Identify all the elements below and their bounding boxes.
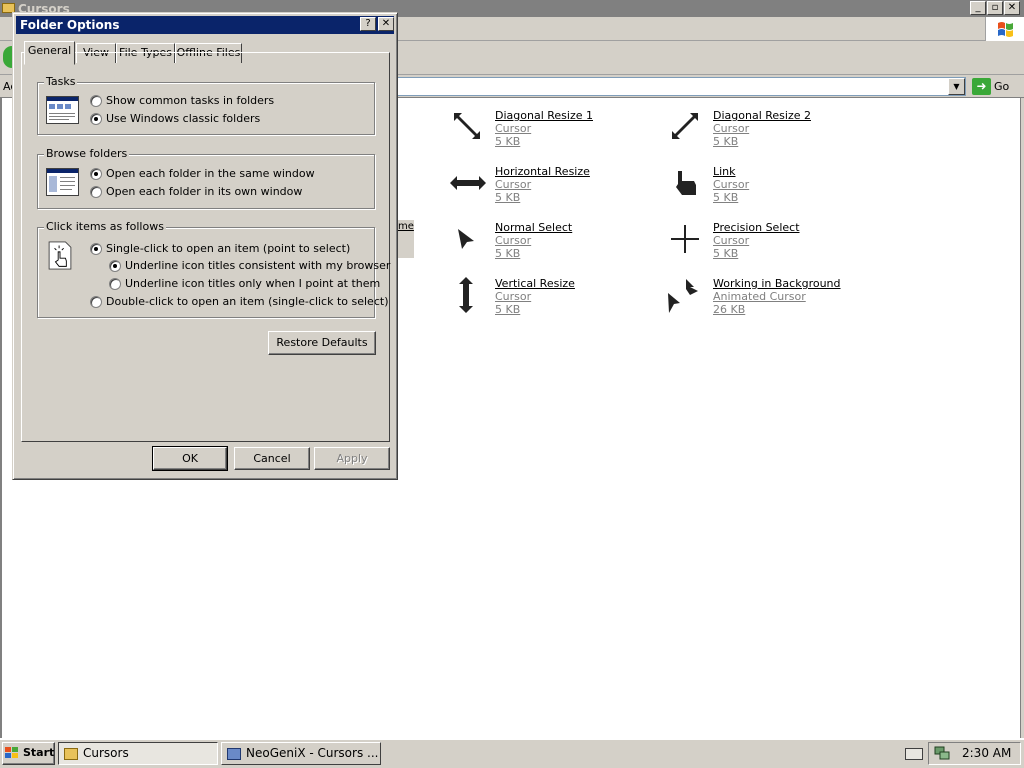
file-type: Cursor	[495, 122, 532, 135]
help-button[interactable]: ?	[360, 17, 376, 31]
file-type: Cursor	[713, 122, 750, 135]
radio-button[interactable]	[90, 186, 102, 198]
radio-button[interactable]	[90, 243, 102, 255]
radio-button[interactable]	[90, 95, 102, 107]
browse-folders-group-label: Browse folders	[44, 147, 130, 161]
radio-button[interactable]	[90, 168, 102, 180]
file-size: 5 KB	[713, 135, 739, 148]
working-in-background-icon	[668, 279, 698, 313]
file-size: 5 KB	[713, 247, 739, 260]
tasks-group: Tasks Show common tasks in folders Use W…	[37, 75, 375, 135]
file-name[interactable]: Working in Background	[713, 277, 841, 290]
file-size: 5 KB	[495, 303, 521, 316]
folder-icon	[64, 748, 78, 760]
file-type: Cursor	[713, 178, 750, 191]
taskbar-item-label: NeoGeniX - Cursors ...	[246, 746, 379, 760]
file-type: Cursor	[495, 234, 532, 247]
taskbar-item-cursors[interactable]: Cursors	[58, 742, 218, 765]
same-window-icon	[46, 168, 79, 196]
restore-defaults-button[interactable]: Restore Defaults	[268, 331, 376, 355]
windows-flag-icon	[5, 747, 18, 758]
cancel-button[interactable]: Cancel	[234, 447, 310, 470]
taskbar-item-neogenix[interactable]: NeoGeniX - Cursors ...	[221, 742, 381, 765]
go-button[interactable]: Go	[994, 80, 1009, 93]
diagonal-resize-1-icon	[454, 113, 480, 139]
windows-logo	[985, 17, 1024, 41]
apply-button[interactable]: Apply	[314, 447, 390, 470]
radio-label: Open each folder in the same window	[106, 167, 315, 180]
dialog-title-bar[interactable]: Folder Options ? ✕	[16, 16, 394, 34]
window-border	[0, 98, 2, 738]
radio-label: Use Windows classic folders	[106, 112, 261, 125]
file-size: 5 KB	[495, 135, 521, 148]
ok-button[interactable]: OK	[152, 446, 228, 471]
application-icon	[227, 748, 241, 760]
radio-button[interactable]	[109, 260, 121, 272]
file-name[interactable]: Normal Select	[495, 221, 572, 234]
normal-select-arrow-icon	[458, 229, 474, 249]
radio-label: Single-click to open an item (point to s…	[106, 242, 351, 255]
dialog-title: Folder Options	[20, 18, 120, 32]
keyboard-icon[interactable]	[905, 748, 923, 760]
radio-label: Underline icon titles consistent with my…	[125, 259, 391, 272]
windows-flag-icon	[998, 22, 1013, 37]
file-name[interactable]: Precision Select	[713, 221, 800, 234]
single-click-hand-icon	[48, 241, 72, 270]
clock[interactable]: 2:30 AM	[962, 746, 1011, 760]
file-item[interactable]: Diagonal Resize 1 Cursor 5 KB	[450, 109, 650, 157]
radio-label: Underline icon titles only when I point …	[125, 277, 381, 290]
diagonal-resize-2-icon	[672, 113, 698, 139]
click-items-group: Click items as follows Single-click to o…	[37, 220, 390, 318]
file-name[interactable]: Diagonal Resize 2	[713, 109, 811, 122]
radio-label: Open each folder in its own window	[106, 185, 303, 198]
precision-crosshair-icon	[671, 225, 699, 253]
network-icon[interactable]	[934, 746, 950, 761]
file-name[interactable]: Horizontal Resize	[495, 165, 590, 178]
file-type: Cursor	[495, 178, 532, 191]
file-item[interactable]: Diagonal Resize 2 Cursor 5 KB	[668, 109, 868, 157]
go-arrow-icon[interactable]: ➜	[972, 78, 991, 95]
explorer-close-button[interactable]: ✕	[1004, 1, 1020, 15]
file-name[interactable]: Link	[713, 165, 736, 178]
address-dropdown-button[interactable]: ▼	[948, 78, 965, 95]
file-item[interactable]: Link Cursor 5 KB	[668, 165, 868, 213]
file-item[interactable]: Horizontal Resize Cursor 5 KB	[450, 165, 650, 213]
radio-button[interactable]	[109, 278, 121, 290]
radio-label: Double-click to open an item (single-cli…	[106, 295, 389, 308]
file-name[interactable]: Vertical Resize	[495, 277, 575, 290]
link-hand-icon	[676, 171, 696, 195]
horizontal-resize-icon	[450, 176, 486, 190]
file-type: Cursor	[495, 290, 532, 303]
file-name[interactable]: Diagonal Resize 1	[495, 109, 593, 122]
window-border	[1020, 98, 1024, 738]
tab-general[interactable]: General	[24, 41, 75, 65]
close-button[interactable]: ✕	[378, 17, 394, 31]
tab-panel: Tasks Show common tasks in folders Use W…	[21, 52, 390, 442]
column-header[interactable]: me	[396, 220, 414, 258]
file-size: 5 KB	[495, 247, 521, 260]
radio-label: Show common tasks in folders	[106, 94, 275, 107]
taskbar-item-label: Cursors	[83, 746, 129, 760]
minimize-button[interactable]: _	[970, 1, 986, 15]
click-items-group-label: Click items as follows	[44, 220, 166, 234]
restore-button[interactable]: ▫	[987, 1, 1003, 15]
radio-button[interactable]	[90, 113, 102, 125]
file-type: Animated Cursor	[713, 290, 806, 303]
file-item[interactable]: Normal Select Cursor 5 KB	[450, 221, 650, 269]
file-size: 5 KB	[495, 191, 521, 204]
browse-folders-group: Browse folders Open each folder in the s…	[37, 147, 375, 209]
address-input[interactable]	[396, 77, 966, 96]
classic-folder-window-icon	[46, 96, 79, 124]
radio-button[interactable]	[90, 296, 102, 308]
tasks-group-label: Tasks	[44, 75, 78, 89]
file-size: 26 KB	[713, 303, 746, 316]
file-type: Cursor	[713, 234, 750, 247]
file-item[interactable]: Precision Select Cursor 5 KB	[668, 221, 868, 269]
file-item[interactable]: Vertical Resize Cursor 5 KB	[450, 277, 650, 325]
file-item[interactable]: Working in Background Animated Cursor 26…	[668, 277, 868, 325]
folder-options-dialog: Folder Options ? ✕ General View File Typ…	[12, 12, 398, 480]
file-size: 5 KB	[713, 191, 739, 204]
vertical-resize-icon	[459, 277, 473, 313]
